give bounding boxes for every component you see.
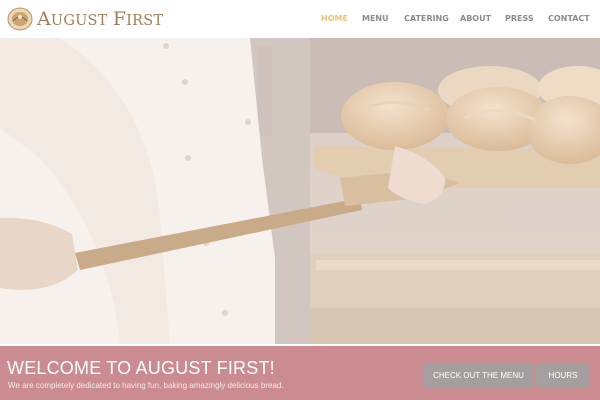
- welcome-subtitle: We are completely dedicated to having fu…: [8, 381, 284, 390]
- hero-bread-illustration: [0, 38, 600, 344]
- logo-emblem-icon: [7, 7, 33, 31]
- nav-press[interactable]: PRESS: [505, 14, 534, 23]
- check-out-menu-button[interactable]: CHECK OUT THE MENU: [424, 363, 533, 387]
- nav-catering[interactable]: CATERING: [404, 14, 449, 23]
- nav-home[interactable]: HOME: [321, 14, 348, 23]
- site-header: AUGUST FIRST HOME MENU CATERING ABOUT PR…: [0, 0, 600, 38]
- nav-menu[interactable]: MENU: [362, 14, 389, 23]
- nav-about[interactable]: ABOUT: [460, 14, 491, 23]
- nav-contact[interactable]: CONTACT: [548, 14, 590, 23]
- logo-text: AUGUST FIRST: [37, 8, 164, 30]
- welcome-title: WELCOME TO AUGUST FIRST!: [7, 358, 275, 378]
- hero-image: [0, 38, 600, 344]
- logo[interactable]: AUGUST FIRST: [7, 5, 163, 33]
- hours-button[interactable]: HOURS: [536, 363, 590, 387]
